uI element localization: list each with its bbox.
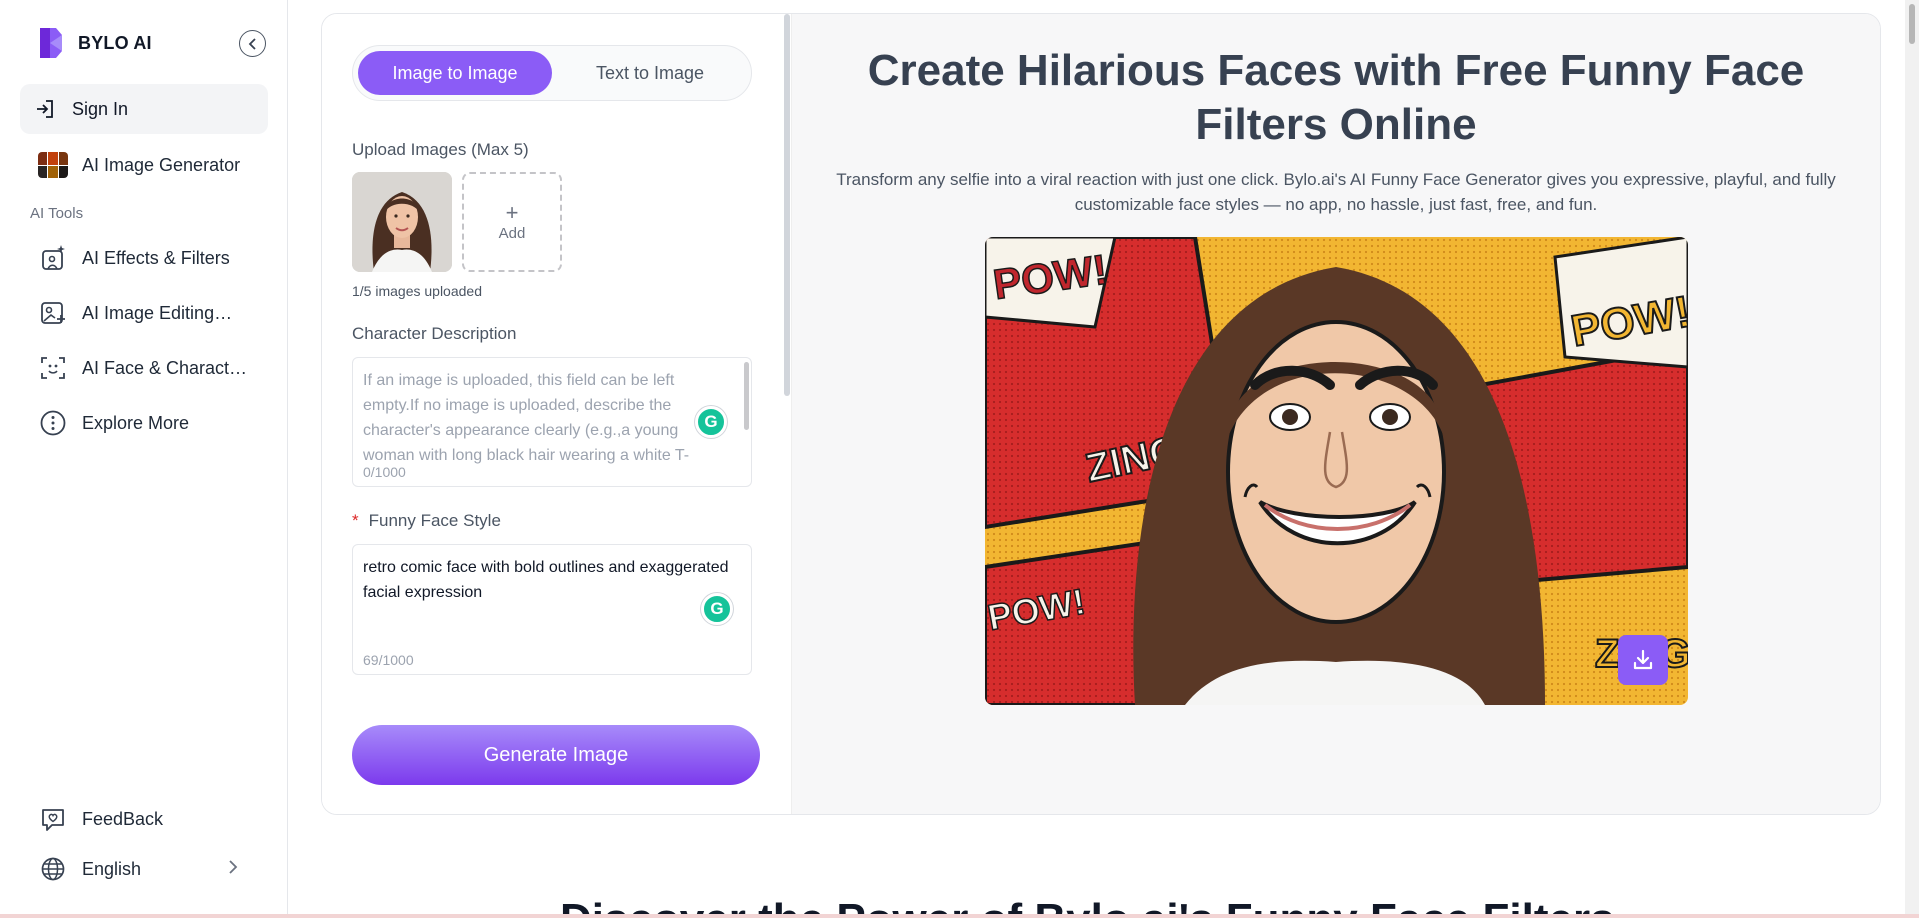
- generate-image-button[interactable]: Generate Image: [352, 725, 760, 785]
- download-icon: [1633, 649, 1653, 670]
- feedback-label: FeedBack: [82, 808, 164, 829]
- funny-face-style-label-text: Funny Face Style: [368, 511, 501, 530]
- textarea-scrollbar[interactable]: [744, 362, 749, 430]
- hero-subtitle: Transform any selfie into a viral reacti…: [836, 170, 1836, 214]
- ai-tools-section-label: AI Tools: [30, 205, 84, 222]
- bylo-logo-icon: [40, 28, 62, 58]
- generator-form: Image to Image Text to Image Upload Imag…: [322, 14, 791, 814]
- globe-icon: [41, 857, 65, 881]
- tab-text-to-image[interactable]: Text to Image: [553, 51, 747, 95]
- grammarly-icon[interactable]: G: [701, 593, 733, 625]
- tab-image-to-image[interactable]: Image to Image: [358, 51, 552, 95]
- bottom-edge: [0, 914, 1919, 918]
- sidebar-item-label: Explore More: [82, 412, 190, 433]
- feedback-heart-icon: [42, 809, 64, 831]
- sign-in-icon: [37, 100, 53, 118]
- preview-panel: Create Hilarious Faces with Free Funny F…: [791, 14, 1880, 814]
- sidebar-item-ai-image-editing[interactable]: AI Image Editing…: [38, 298, 232, 328]
- sparkle-image-icon: [42, 245, 65, 270]
- brand-name: BYLO AI: [78, 32, 152, 53]
- chevron-right-icon[interactable]: [228, 859, 238, 875]
- image-generator-thumb-icon: [38, 152, 68, 178]
- more-icon: [40, 410, 66, 436]
- brand[interactable]: BYLO AI: [36, 26, 152, 60]
- download-button[interactable]: [1618, 635, 1668, 685]
- add-label: Add: [498, 224, 526, 242]
- sign-in-button[interactable]: Sign In: [20, 84, 268, 134]
- funny-face-style-label: * Funny Face Style: [352, 511, 501, 531]
- upload-count-note: 1/5 images uploaded: [352, 283, 482, 299]
- sign-in-label: Sign In: [72, 98, 129, 119]
- collapse-sidebar-button[interactable]: [239, 30, 266, 57]
- grammarly-icon[interactable]: G: [695, 406, 727, 438]
- chevron-left-icon: [248, 37, 256, 50]
- sidebar-item-explore-more[interactable]: Explore More: [38, 408, 189, 438]
- plus-icon: +: [505, 199, 519, 225]
- sidebar-item-label: AI Image Generator: [82, 154, 241, 175]
- comic-face-illustration: POW! POW! ZING POW! ZING: [985, 237, 1688, 705]
- funny-face-style-count: 69/1000: [363, 652, 414, 668]
- language-selector[interactable]: English: [38, 854, 141, 884]
- uploaded-image-thumbnail[interactable]: [352, 172, 452, 272]
- character-description-label: Character Description: [352, 324, 517, 343]
- page-scrollbar-thumb[interactable]: [1909, 4, 1915, 44]
- hero-title: Create Hilarious Faces with Free Funny F…: [867, 46, 1805, 149]
- sidebar-item-label: AI Image Editing…: [82, 302, 233, 323]
- feedback-button[interactable]: FeedBack: [38, 804, 163, 834]
- mode-tabs: Image to Image Text to Image: [352, 45, 752, 101]
- sidebar-item-ai-effects-filters[interactable]: AI Effects & Filters: [38, 243, 230, 273]
- upload-images-label: Upload Images (Max 5): [352, 140, 529, 159]
- generator-card: Image to Image Text to Image Upload Imag…: [321, 13, 1881, 815]
- character-description-placeholder: If an image is uploaded, this field can …: [363, 372, 690, 464]
- funny-face-style-field[interactable]: retro comic face with bold outlines and …: [352, 544, 752, 675]
- required-marker: *: [352, 511, 359, 530]
- sidebar-item-label: AI Effects & Filters: [82, 247, 230, 268]
- character-description-field[interactable]: If an image is uploaded, this field can …: [352, 357, 752, 487]
- image-edit-icon: [41, 302, 65, 324]
- portrait-photo: [352, 172, 452, 272]
- form-scrollbar[interactable]: [784, 14, 790, 396]
- example-result-image: POW! POW! ZING POW! ZING: [985, 237, 1688, 705]
- sidebar: BYLO AI Sign In AI Image Generator AI To…: [0, 0, 288, 918]
- add-image-button[interactable]: + Add: [462, 172, 562, 272]
- character-description-count: 0/1000: [363, 464, 406, 480]
- sidebar-item-ai-image-generator[interactable]: AI Image Generator: [38, 150, 240, 180]
- page-scrollbar[interactable]: [1905, 0, 1919, 918]
- language-label: English: [82, 858, 142, 879]
- sidebar-item-ai-face-character[interactable]: AI Face & Charact…: [38, 353, 247, 383]
- sidebar-item-label: AI Face & Charact…: [82, 357, 248, 378]
- face-scan-icon: [41, 357, 65, 379]
- funny-face-style-value: retro comic face with bold outlines and …: [363, 559, 729, 601]
